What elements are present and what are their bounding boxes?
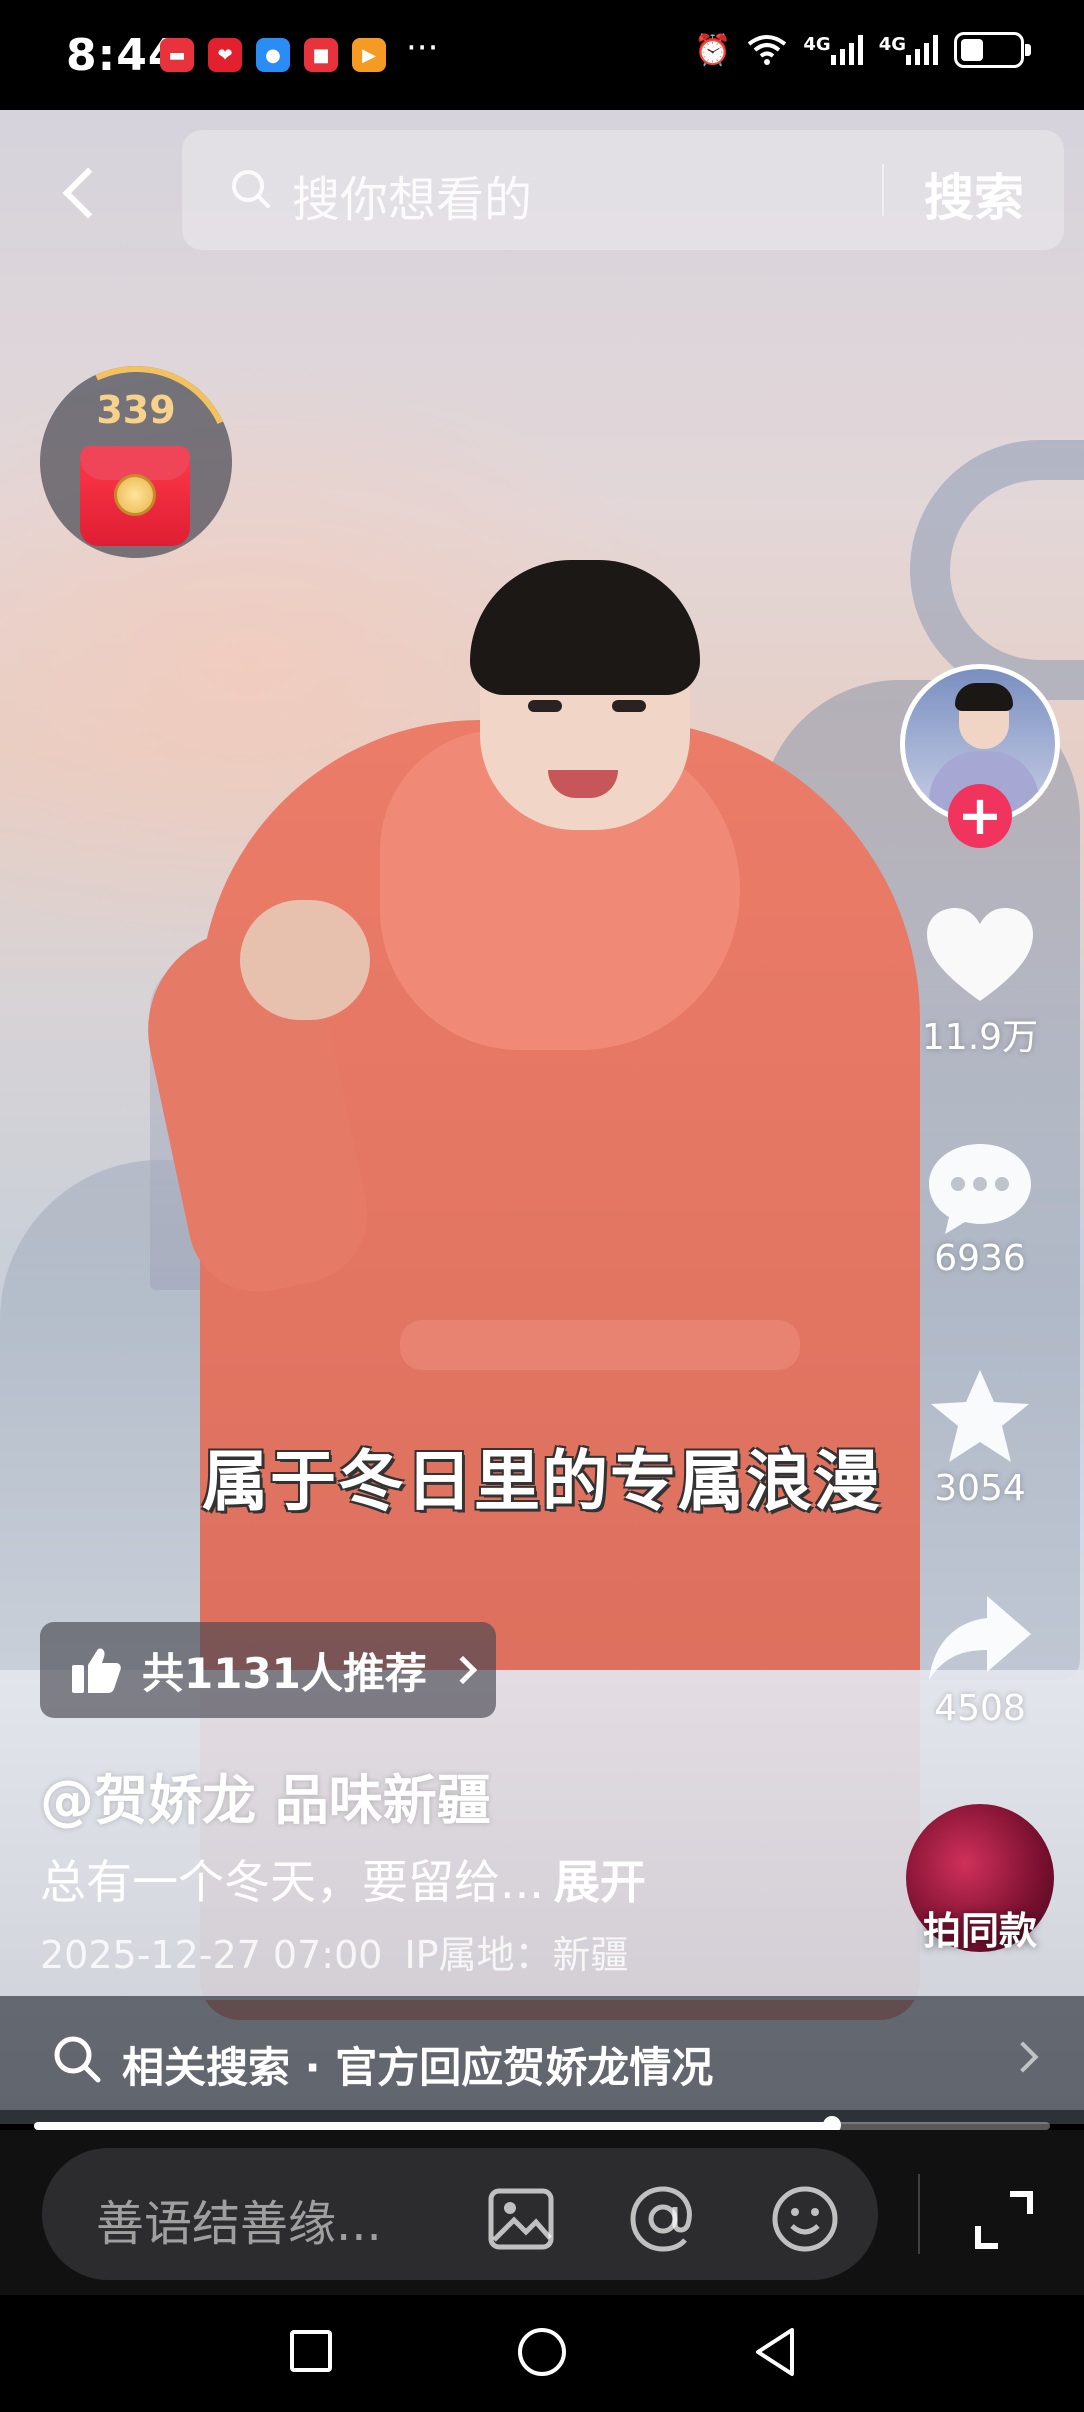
network-type-label: 4G (803, 34, 831, 55)
search-icon (232, 170, 270, 208)
signal-bars-icon (906, 35, 938, 65)
heart-app-icon: ❤ (208, 38, 242, 72)
huawei-app-icon: ▬ (160, 38, 194, 72)
person-eye (612, 700, 646, 712)
caption-text: 总有一个冬天，要留给... (40, 1855, 544, 1909)
recent-apps-button[interactable] (290, 2330, 332, 2372)
back-nav-button[interactable] (750, 2326, 802, 2378)
video-caption: 总有一个冬天，要留给... 展开 (40, 1846, 646, 1912)
red-packet-count: 339 (96, 388, 176, 432)
signal-bars-icon (830, 35, 863, 65)
person-eye (528, 700, 562, 712)
related-search-text: 相关搜索 · 官方回应贺娇龙情况 (122, 2043, 714, 2092)
author-name[interactable]: @贺娇龙 品味新疆 (40, 1756, 491, 1835)
message-app-icon: ● (256, 38, 290, 72)
system-icons: ⏰ 4G 4G (694, 32, 1031, 68)
status-bar: 8:44 ▬ ❤ ● ■ ▶ ··· ⏰ 4G 4G (0, 0, 1084, 110)
person-belt (400, 1320, 800, 1370)
comment-count: 6936 (934, 1238, 1026, 1279)
share-arrow-icon (929, 1596, 1031, 1680)
search-button[interactable]: 搜索 (924, 158, 1024, 230)
chevron-right-icon (1007, 2041, 1039, 2073)
recommend-label: 共1131人推荐 (142, 1648, 427, 1698)
like-count: 11.9万 (921, 1017, 1039, 1058)
network-type-label: 4G (878, 34, 906, 55)
like-button[interactable]: 11.9万 (900, 906, 1060, 1060)
search-input[interactable]: 搜你想看的 (292, 160, 532, 230)
heart-icon (927, 908, 1033, 1001)
notification-icons: ▬ ❤ ● ■ ▶ ··· (160, 28, 438, 72)
alarm-icon: ⏰ (694, 32, 732, 68)
at-mention-icon[interactable] (628, 2184, 698, 2254)
signal-2: 4G (878, 34, 938, 65)
comment-bar-divider (918, 2174, 920, 2254)
video-progress-fill (34, 2122, 832, 2130)
expand-button[interactable]: 展开 (554, 1855, 646, 1909)
ip-location: IP属地：新疆 (404, 1933, 629, 1977)
fullscreen-icon[interactable] (964, 2180, 1044, 2260)
search-icon (54, 2036, 101, 2083)
signal-1: 4G (803, 34, 863, 65)
person-fist (240, 900, 370, 1020)
recommend-pill[interactable]: 共1131人推荐 (40, 1622, 496, 1718)
thumbs-up-icon (72, 1648, 121, 1693)
home-button[interactable] (518, 2328, 566, 2376)
video-subtitle: 属于冬日里的专属浪漫 (202, 1443, 882, 1520)
related-search-bar[interactable]: 相关搜索 · 官方回应贺娇龙情况 (0, 1996, 1084, 2124)
red-app-icon: ■ (304, 38, 338, 72)
share-count: 4508 (934, 1688, 1026, 1729)
comment-icon (929, 1144, 1031, 1234)
coin-icon (114, 474, 156, 516)
plus-icon: + (957, 784, 1003, 847)
ice-arch (910, 440, 1084, 700)
image-icon[interactable] (486, 2184, 556, 2254)
more-notifications-icon: ··· (406, 28, 439, 68)
back-arrow-icon (62, 167, 114, 219)
search-bar[interactable]: 搜你想看的 搜索 (182, 130, 1064, 250)
comment-button[interactable]: 6936 (900, 1140, 1060, 1279)
wifi-icon (748, 35, 787, 65)
chevron-right-icon (448, 1655, 478, 1685)
same-style-label[interactable]: 拍同款 (880, 1900, 1080, 1955)
back-button[interactable] (58, 158, 118, 228)
share-button[interactable]: 4508 (900, 1590, 1060, 1729)
search-divider (882, 164, 884, 216)
play-app-icon: ▶ (352, 38, 386, 72)
emoji-icon[interactable] (770, 2184, 840, 2254)
video-meta: 2025-12-27 07:00 IP属地：新疆 (40, 1924, 629, 1979)
battery-icon (954, 32, 1031, 68)
comment-placeholder[interactable]: 善语结善缘... (96, 2184, 382, 2254)
follow-button[interactable]: + (948, 784, 1012, 848)
post-date: 2025-12-27 07:00 (40, 1933, 383, 1977)
